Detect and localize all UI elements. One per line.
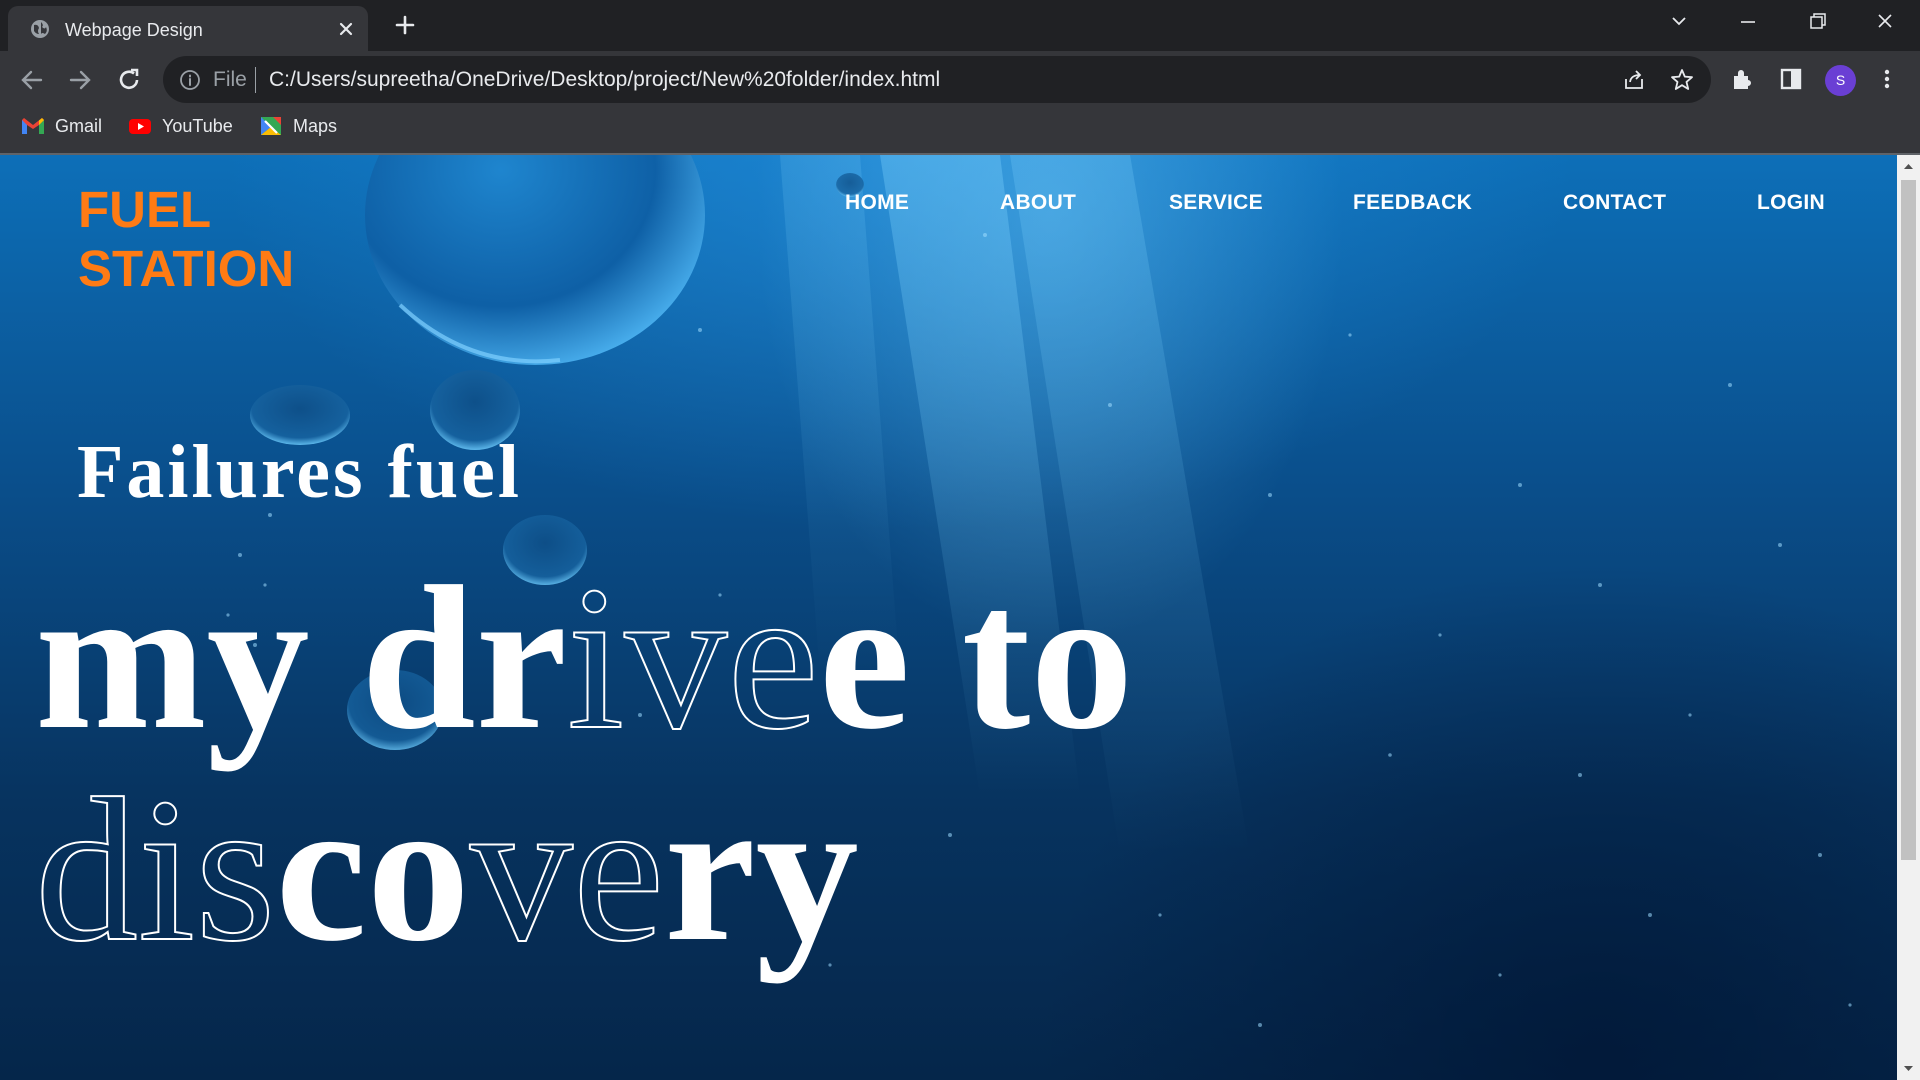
gmail-icon [22,118,44,134]
hero-word-solid: my [35,543,310,772]
hero-word-solid: co [275,755,470,984]
new-tab-icon[interactable] [393,13,417,37]
share-icon[interactable] [1621,67,1647,93]
bookmark-label: YouTube [162,115,233,136]
bookmark-label: Maps [293,115,338,136]
side-panel-icon[interactable] [1777,65,1805,93]
logo-line-2: STATION [78,240,295,297]
bookmark-maps[interactable]: Maps [259,112,337,140]
nav-contact[interactable]: CONTACT [1563,191,1666,215]
close-window-icon[interactable] [1868,9,1902,35]
page-viewport[interactable]: FUEL STATION HOME ABOUT SERVICE FEEDBACK… [0,155,1897,1080]
bookmark-youtube[interactable]: YouTube [128,112,233,140]
reload-icon[interactable] [114,65,144,95]
tab-strip: Webpage Design [0,0,1920,51]
browser-toolbar: File C:/Users/supreetha/OneDrive/Desktop… [0,51,1920,156]
hero-subtitle: Failures fuel [77,430,523,514]
hero-headline-line-1: my drivee to [35,542,1134,773]
globe-icon [31,20,49,38]
hero-word-solid: e to [818,543,1134,772]
hero-word-outline: ive [566,542,820,773]
extensions-icon[interactable] [1729,65,1757,93]
browser-tab[interactable]: Webpage Design [8,6,368,51]
info-icon[interactable] [179,69,201,91]
nav-home[interactable]: HOME [845,191,909,215]
hero-word-solid: dr [361,543,568,772]
nav-feedback[interactable]: FEEDBACK [1353,191,1472,215]
hero-word-outline: ve [469,754,665,985]
forward-icon[interactable] [65,65,95,95]
page-scrollbar[interactable] [1897,155,1920,1080]
scrollbar-thumb[interactable] [1901,180,1916,860]
tab-title: Webpage Design [65,20,203,40]
hero-word-outline: dis [34,754,276,985]
address-bar[interactable]: File C:/Users/supreetha/OneDrive/Desktop… [163,56,1711,103]
nav-about[interactable]: ABOUT [1000,191,1076,215]
close-tab-icon[interactable] [337,20,355,38]
site-logo[interactable]: FUEL STATION [78,180,294,298]
nav-login[interactable]: LOGIN [1757,191,1825,215]
scheme-label: File [213,68,247,91]
maps-icon [261,117,281,135]
more-menu-icon[interactable] [1873,65,1901,93]
scroll-down-icon[interactable] [1903,1063,1914,1074]
omnibox-divider [255,67,256,93]
url-text[interactable]: C:/Users/supreetha/OneDrive/Desktop/proj… [269,68,940,92]
scroll-up-icon[interactable] [1903,161,1914,172]
bookmark-star-icon[interactable] [1669,67,1695,93]
profile-avatar[interactable]: S [1825,65,1856,96]
youtube-icon [129,119,151,134]
restore-icon[interactable] [1800,9,1834,35]
nav-service[interactable]: SERVICE [1169,191,1263,215]
back-icon[interactable] [17,65,47,95]
bookmark-gmail[interactable]: Gmail [21,112,102,140]
bookmark-label: Gmail [55,115,103,136]
hero-headline-line-2: discovery [34,754,859,985]
hero-word-solid: ry [664,755,859,984]
minimize-icon[interactable] [1731,9,1765,35]
logo-line-1: FUEL [78,181,212,238]
tab-search-icon[interactable] [1662,9,1696,35]
